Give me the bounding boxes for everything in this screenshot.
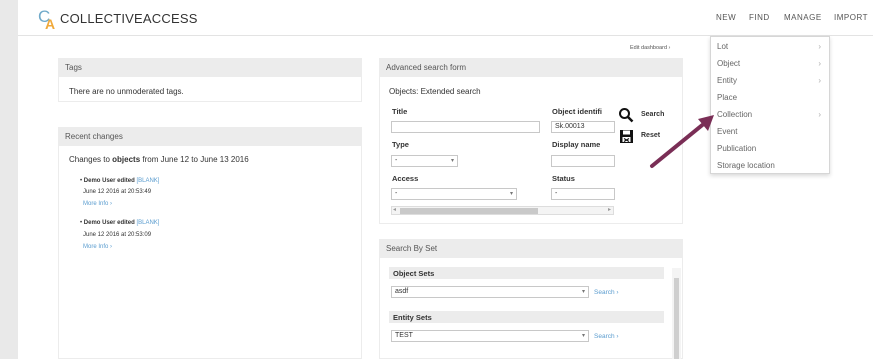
advanced-search-title: Advanced search form [380, 59, 682, 77]
type-label: Type [392, 140, 409, 149]
status-select[interactable]: - [551, 188, 615, 200]
top-bar: C A COLLECTIVEACCESS NEW FIND MANAGE IMP… [18, 0, 873, 36]
menu-item-entity[interactable]: Entity [717, 76, 737, 85]
chevron-down-icon: ▾ [450, 158, 454, 164]
chevron-down-icon: ▾ [509, 191, 513, 197]
menu-item-place[interactable]: Place [717, 93, 737, 102]
search-by-set-title: Search By Set [380, 240, 682, 258]
object-set-select[interactable]: asdf ▾ [391, 286, 589, 298]
reset-icon[interactable] [619, 129, 634, 144]
logo[interactable]: C A [38, 7, 60, 32]
menu-item-event[interactable]: Event [717, 127, 737, 136]
scroll-left-icon[interactable]: ◂ [393, 206, 396, 213]
new-dropdown-menu: Lot › Object › Entity › Place Collection… [710, 36, 830, 174]
annotation-arrow-icon [650, 115, 714, 168]
recent-entry-1-date: June 12 2016 at 20:53:49 [83, 189, 152, 195]
entity-set-select[interactable]: TEST ▾ [391, 330, 589, 342]
chevron-down-icon: ▾ [581, 333, 585, 339]
chevron-right-icon: › [818, 76, 821, 85]
entity-sets-label: Entity Sets [389, 311, 664, 323]
recent-entry-1: • Demo User edited [BLANK] [80, 178, 160, 184]
tags-empty-text: There are no unmoderated tags. [69, 87, 184, 96]
type-select[interactable]: - ▾ [391, 155, 458, 167]
blank-link[interactable]: [BLANK] [136, 220, 159, 226]
chevron-right-icon: › [818, 110, 821, 119]
scroll-thumb[interactable] [400, 208, 538, 214]
nav-find[interactable]: FIND [749, 13, 770, 22]
menu-item-collection[interactable]: Collection [717, 110, 752, 119]
nav-import[interactable]: IMPORT [834, 13, 868, 22]
chevron-right-icon: › [818, 59, 821, 68]
menu-item-object[interactable]: Object [717, 59, 740, 68]
identifier-input[interactable]: Sk.00013 [551, 121, 615, 133]
status-label: Status [552, 174, 575, 183]
recent-entry-2-date: June 12 2016 at 20:53:09 [83, 232, 152, 238]
object-sets-label: Object Sets [389, 267, 664, 279]
more-info-link[interactable]: More Info › [83, 244, 112, 250]
search-form-name: Objects: Extended search [389, 87, 481, 96]
logo-a: A [45, 16, 56, 32]
tags-panel-title: Tags [59, 59, 361, 77]
search-icon[interactable] [618, 107, 634, 123]
recent-changes-intro: Changes to objects from June 12 to June … [69, 155, 249, 164]
edit-dashboard-link[interactable]: Edit dashboard › [630, 45, 670, 51]
menu-item-lot[interactable]: Lot [717, 42, 728, 51]
scroll-thumb[interactable] [674, 278, 679, 359]
identifier-label: Object identifi [552, 107, 603, 116]
nav-manage[interactable]: MANAGE [784, 13, 822, 22]
access-select[interactable]: - ▾ [391, 188, 517, 200]
vertical-scrollbar[interactable] [672, 268, 681, 359]
menu-item-publication[interactable]: Publication [717, 144, 756, 153]
title-label: Title [392, 107, 408, 116]
page: C A COLLECTIVEACCESS NEW FIND MANAGE IMP… [18, 0, 873, 359]
entity-set-search-link[interactable]: Search › [594, 333, 619, 340]
recent-entry-2: • Demo User edited [BLANK] [80, 220, 160, 226]
recent-changes-title: Recent changes [59, 128, 361, 146]
menu-item-storage-location[interactable]: Storage location [717, 161, 775, 170]
horizontal-scrollbar[interactable]: ◂ ▸ [391, 206, 614, 215]
scroll-right-icon[interactable]: ▸ [608, 206, 611, 213]
more-info-link[interactable]: More Info › [83, 201, 112, 207]
recent-changes-table-name: objects [112, 155, 141, 164]
display-name-input[interactable] [551, 155, 615, 167]
access-label: Access [392, 174, 419, 183]
object-set-search-link[interactable]: Search › [594, 289, 619, 296]
title-input[interactable] [391, 121, 540, 133]
chevron-right-icon: › [818, 42, 821, 51]
brand-name[interactable]: COLLECTIVEACCESS [60, 11, 198, 26]
display-name-label: Display name [552, 140, 601, 149]
blank-link[interactable]: [BLANK] [136, 178, 159, 184]
chevron-down-icon: ▾ [581, 289, 585, 295]
nav-new[interactable]: NEW [716, 13, 736, 22]
